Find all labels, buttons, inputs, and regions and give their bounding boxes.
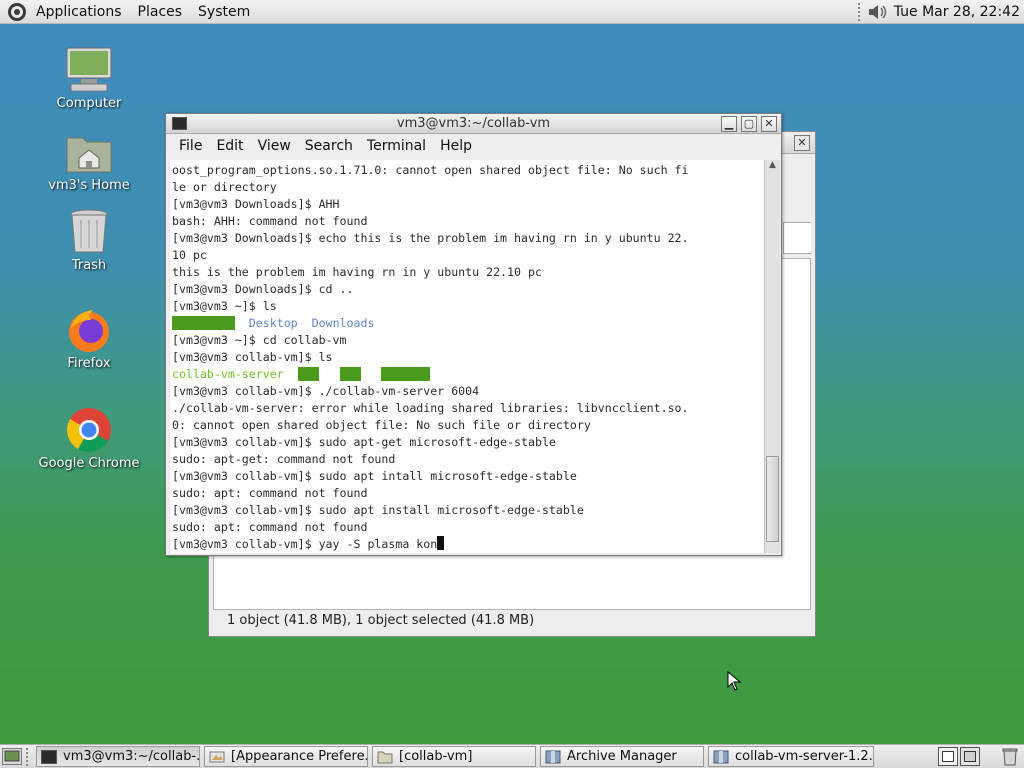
prompt-line[interactable]: [vm3@vm3 collab-vm]$ yay -S plasma kon [172,536,764,553]
terminal-line: 10 pc [172,248,207,262]
menu-edit[interactable]: Edit [209,138,250,154]
archive-icon [713,750,729,764]
window-title: vm3@vm3:~/collab-vm [396,116,551,131]
terminal-line: [vm3@vm3 collab-vm]$ ls [172,350,333,364]
terminal-output[interactable]: oost_program_options.so.1.71.0: cannot o… [170,160,764,553]
desktop-icon-label: Google Chrome [38,456,140,471]
archive-icon [545,750,561,764]
desktop-icon-computer[interactable]: Computer [34,46,144,111]
menu-search[interactable]: Search [298,138,360,154]
menu-help[interactable]: Help [433,138,479,154]
desktop-icon-firefox[interactable]: Firefox [34,306,144,371]
terminal-line: [vm3@vm3 collab-vm]$ sudo apt install mi… [172,503,584,517]
ls-entry-executable: collab-vm-server [172,367,284,381]
firefox-icon [65,306,113,354]
menu-places[interactable]: Places [130,4,191,20]
ls-entry-downloads: Downloads [311,316,375,330]
terminal-line: [vm3@vm3 Downloads]$ AHH [172,197,340,211]
scroll-up-arrow-icon[interactable]: ▲ [765,160,780,176]
maximize-icon[interactable]: ▢ [741,116,757,132]
terminal-scrollbar[interactable]: ▲ [764,160,780,553]
terminal-line: [vm3@vm3 Downloads]$ cd .. [172,282,354,296]
minimize-icon[interactable]: ▁ [721,116,737,132]
status-bar: 1 object (41.8 MB), 1 object selected (4… [227,613,535,628]
taskbar-item-label: Archive Manager [567,749,677,764]
terminal-line: [vm3@vm3 collab-vm]$ sudo apt intall mic… [172,469,577,483]
desktop-icon-home[interactable]: vm3's Home [34,128,144,193]
taskbar-item-archive-manager[interactable]: Archive Manager [540,746,704,767]
text-cursor [437,536,445,550]
ls-output-collab: collab-vm-server lib web scripts [172,366,764,383]
terminal-line: sudo: apt-get: command not found [172,452,396,466]
menu-system[interactable]: System [190,4,258,20]
prompt-input[interactable]: [vm3@vm3 collab-vm]$ yay -S plasma kon [172,537,437,551]
taskbar-item-collab-vm-server[interactable]: collab-vm-server-1.2.... [708,746,874,767]
trash-applet-icon[interactable] [1000,747,1020,766]
mouse-pointer-icon [727,670,742,691]
ls-entry-highlighted: collab-vm [172,316,235,330]
show-desktop-icon[interactable] [2,748,22,765]
chrome-icon [65,406,113,454]
taskbar-item-label: vm3@vm3:~/collab-... [63,749,200,764]
scroll-thumb[interactable] [766,456,779,542]
terminal-titlebar[interactable]: vm3@vm3:~/collab-vm ▁ ▢ ✕ [166,114,781,134]
top-panel: Applications Places System Tue Mar 28, 2… [0,0,1024,24]
menu-file[interactable]: File [172,138,209,154]
terminal-line: le or directory [172,180,277,194]
close-icon[interactable]: ✕ [794,135,810,151]
terminal-line: [vm3@vm3 collab-vm]$ sudo apt-get micros… [172,435,556,449]
taskbar-item-label: [Appearance Prefere... [231,749,368,764]
terminal-line: oost_program_options.so.1.71.0: cannot o… [172,163,689,177]
panel-separator-icon [857,3,862,21]
terminal-line: sudo: apt: command not found [172,486,368,500]
desktop-icon-trash[interactable]: Trash [34,208,144,273]
terminal-line: [vm3@vm3 collab-vm]$ ./collab-vm-server … [172,384,480,398]
menu-applications[interactable]: Applications [28,4,130,20]
bottom-panel: vm3@vm3:~/collab-... [Appearance Prefere… [0,744,1024,768]
taskbar-item-label: [collab-vm] [399,749,473,764]
desktop-icon-label: Firefox [67,356,111,371]
taskbar-item-appearance[interactable]: [Appearance Prefere... [204,746,368,767]
computer-icon [65,46,113,94]
terminal-line: sudo: apt: command not found [172,520,368,534]
terminal-menubar: File Edit View Search Terminal Help [166,134,781,158]
terminal-line: [vm3@vm3 Downloads]$ echo this is the pr… [172,231,689,245]
location-field[interactable] [783,222,811,254]
terminal-line: 0: cannot open shared object file: No su… [172,418,591,432]
ls-entry-highlighted: scripts [381,367,431,381]
volume-icon[interactable] [866,2,888,22]
terminal-line: bash: AHH: command not found [172,214,368,228]
clock[interactable]: Tue Mar 28, 22:42 [888,4,1024,20]
folder-icon [377,750,393,764]
menu-terminal[interactable]: Terminal [360,138,433,154]
trash-icon [65,208,113,256]
close-icon[interactable]: ✕ [761,116,777,132]
gnome-foot-icon[interactable] [6,1,28,23]
terminal-icon [41,749,57,764]
ls-output-home: collab-vm Desktop Downloads [172,315,764,332]
home-folder-icon [65,128,113,176]
terminal-window[interactable]: vm3@vm3:~/collab-vm ▁ ▢ ✕ File Edit View… [165,113,782,556]
terminal-line: [vm3@vm3 ~]$ cd collab-vm [172,333,347,347]
terminal-line: ./collab-vm-server: error while loading … [172,401,689,415]
workspace-switcher-1[interactable] [938,747,958,766]
ls-entry-highlighted: lib [297,367,319,381]
panel-handle-icon [26,748,30,766]
taskbar-item-collab-vm-folder[interactable]: [collab-vm] [372,746,536,767]
menu-view[interactable]: View [251,138,298,154]
workspace-switcher-2[interactable] [960,747,980,766]
ls-entry-highlighted: web [339,367,361,381]
terminal-line: [vm3@vm3 ~]$ ls [172,299,277,313]
taskbar-item-label: collab-vm-server-1.2.... [735,749,874,764]
taskbar-item-terminal[interactable]: vm3@vm3:~/collab-... [36,746,200,767]
desktop-icon-chrome[interactable]: Google Chrome [34,406,144,471]
ls-entry-desktop: Desktop [248,316,298,330]
terminal-line: this is the problem im having rn in y ub… [172,265,542,279]
appearance-icon [209,750,225,764]
desktop-icon-label: vm3's Home [48,178,130,193]
desktop-icon-label: Trash [71,258,107,273]
desktop-icon-label: Computer [56,96,122,111]
